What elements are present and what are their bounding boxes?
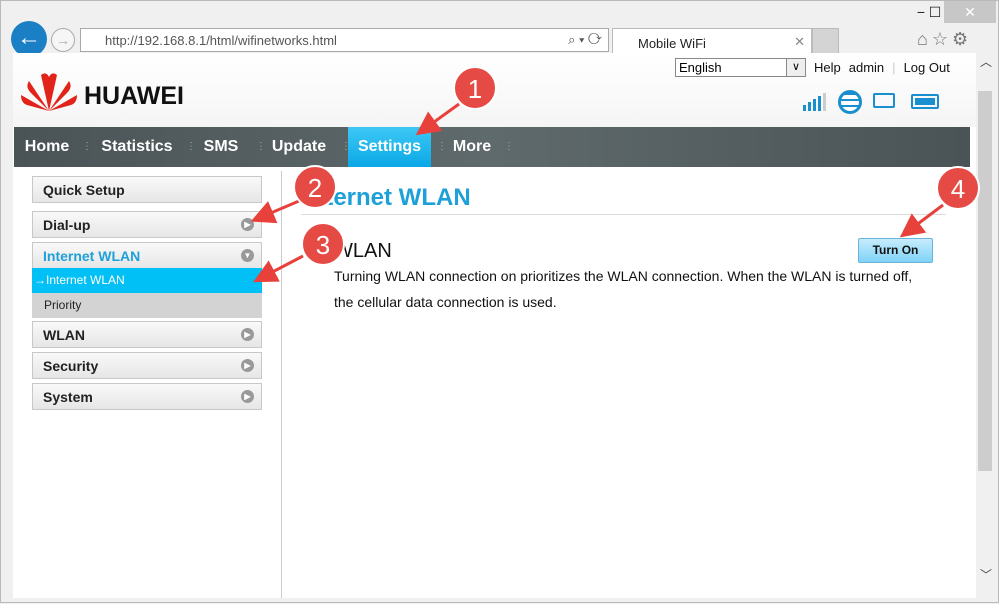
annotation-number-3: 3 — [316, 230, 330, 260]
annotation-overlay: 1 2 3 4 — [250, 66, 980, 283]
annotation-arrow-4 — [899, 203, 944, 238]
annotation-number-1: 1 — [468, 74, 482, 104]
annotation-number-2: 2 — [308, 173, 322, 203]
annotation-arrow-2 — [250, 199, 300, 224]
annotation-arrow-3 — [253, 254, 304, 283]
annotation-arrow-1 — [415, 102, 460, 136]
annotation-number-4: 4 — [951, 174, 965, 204]
